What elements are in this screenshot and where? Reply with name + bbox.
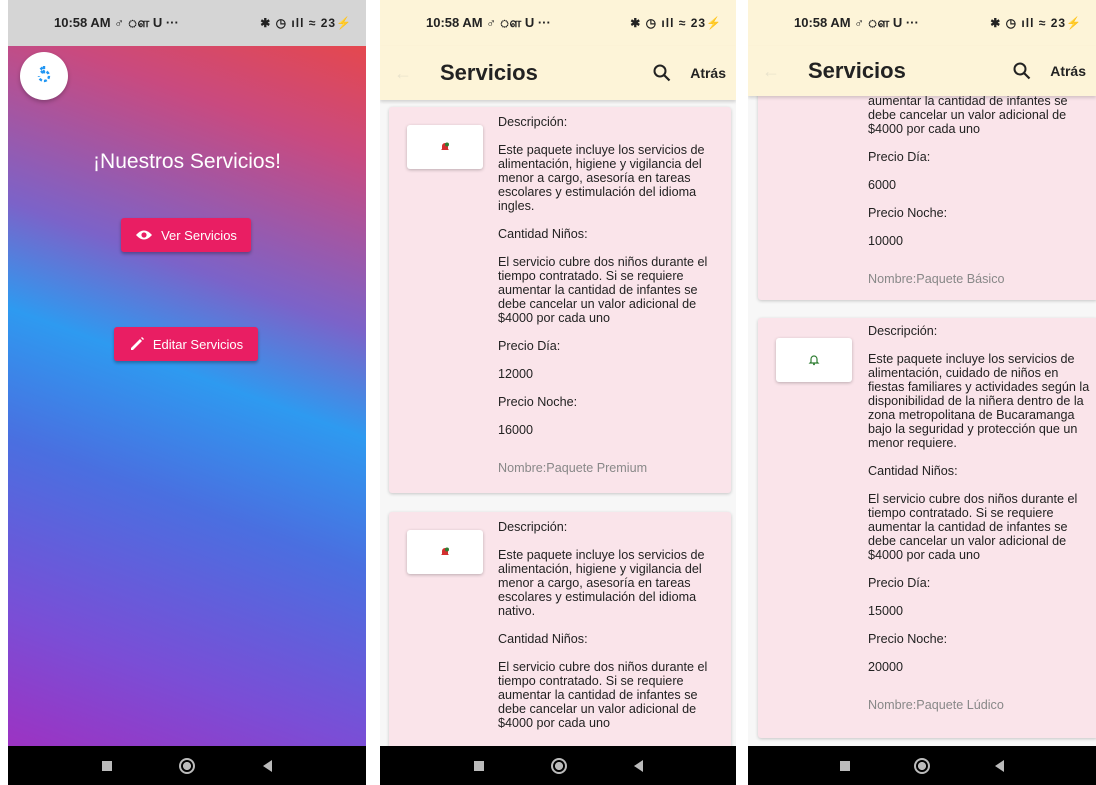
refresh-icon: [37, 64, 51, 83]
editar-servicios-label: Editar Servicios: [152, 336, 244, 352]
precio-noche-label: Precio Noche:: [498, 395, 578, 409]
search-button[interactable]: [1002, 62, 1042, 80]
system-nav-bar: [380, 746, 736, 785]
bell-icon: [441, 547, 449, 555]
cantidad-label: Cantidad Niños:: [868, 464, 958, 478]
nav-triangle-icon[interactable]: [633, 759, 643, 772]
nav-circle-icon[interactable]: [550, 757, 567, 774]
cantidad-label: Cantidad Niños:: [498, 632, 588, 646]
system-nav-bar: [748, 746, 1096, 785]
services-list[interactable]: Descripción: Este paquete incluye los se…: [380, 100, 736, 746]
phone-screen-home: 10:58 AM ♂ ௗ U ··· ✱ ◷ ıll ≈ 23⚡ ¡Nuestr…: [8, 0, 366, 785]
cantidad-text: El servicio cubre dos niños durante el t…: [498, 660, 708, 730]
app-bar: ← Servicios Atrás: [380, 46, 736, 100]
status-bar: 10:58 AM ♂ ௗ U ··· ✱ ◷ ıll ≈ 23⚡: [380, 0, 736, 46]
phone-screen-services-1: 10:58 AM ♂ ௗ U ··· ✱ ◷ ıll ≈ 23⚡ ← Servi…: [380, 0, 736, 785]
service-details: Descripción: Este paquete incluye los se…: [498, 520, 718, 730]
desc-text: Este paquete incluye los servicios de al…: [498, 548, 705, 618]
nombre-paquete: Nombre:Paquete Básico: [868, 272, 1005, 286]
phone-screen-services-2: 10:58 AM ♂ ௗ U ··· ✱ ◷ ıll ≈ 23⚡ ← Servi…: [748, 0, 1096, 785]
nombre-paquete: Nombre:Paquete Premium: [498, 461, 648, 475]
precio-dia-value: 15000: [868, 604, 904, 618]
eye-icon: [136, 230, 153, 240]
status-system-icons: ✱ ◷ ıll ≈ 23⚡: [260, 16, 352, 30]
gradient-background: [8, 0, 366, 746]
nav-square-icon[interactable]: [101, 760, 112, 771]
precio-noche-value: 10000: [868, 234, 904, 248]
refresh-button[interactable]: [20, 52, 68, 100]
desc-label: Descripción:: [498, 520, 568, 534]
editar-servicios-button[interactable]: Editar Servicios: [114, 327, 258, 361]
status-time: 10:58 AM: [426, 14, 483, 30]
precio-dia-value: 12000: [498, 367, 534, 381]
nav-square-icon[interactable]: [840, 760, 851, 771]
status-app-icons: ♂ ௗ U ···: [114, 14, 179, 30]
back-arrow-icon[interactable]: ←: [394, 63, 424, 84]
ver-servicios-label: Ver Servicios: [161, 227, 237, 243]
cantidad-label: Cantidad Niños:: [498, 227, 588, 241]
cantidad-text: El servicio cubre dos niños durante el t…: [868, 492, 1078, 562]
page-title: ¡Nuestros Servicios!: [93, 150, 281, 173]
status-time: 10:58 AM: [794, 14, 851, 30]
service-details: aumentar la cantidad de infantes se debe…: [868, 94, 1090, 286]
search-button[interactable]: [642, 64, 682, 82]
nav-triangle-icon[interactable]: [263, 759, 273, 772]
nav-circle-icon[interactable]: [914, 757, 931, 774]
pencil-icon: [130, 337, 144, 350]
ver-servicios-button[interactable]: Ver Servicios: [121, 218, 251, 252]
app-bar: ← Servicios Atrás: [748, 46, 1096, 96]
service-card-basico[interactable]: Descripción: Este paquete incluye los se…: [389, 512, 731, 746]
precio-dia-label: Precio Día:: [498, 339, 561, 353]
desc-text: Este paquete incluye los servicios de al…: [498, 143, 705, 213]
nav-square-icon[interactable]: [473, 760, 484, 771]
service-details: Descripción: Este paquete incluye los se…: [868, 324, 1090, 712]
nav-circle-icon[interactable]: [179, 757, 196, 774]
precio-dia-value: 6000: [868, 178, 897, 192]
desc-label: Descripción:: [868, 324, 938, 338]
bell-icon: [808, 355, 820, 366]
precio-dia-label: Precio Día:: [868, 150, 931, 164]
cantidad-text-tail: aumentar la cantidad de infantes se debe…: [868, 94, 1068, 136]
search-icon: [653, 64, 671, 82]
precio-noche-value: 20000: [868, 660, 904, 674]
atras-button[interactable]: Atrás: [682, 65, 726, 81]
battery-level: 23: [690, 16, 707, 30]
precio-noche-label: Precio Noche:: [868, 632, 948, 646]
service-thumbnail: [407, 530, 483, 574]
appbar-title: Servicios: [808, 58, 906, 83]
services-list[interactable]: aumentar la cantidad de infantes se debe…: [748, 92, 1096, 746]
status-system-icons: ✱ ◷ ıll ≈ 23⚡: [990, 16, 1082, 30]
appbar-title: Servicios: [440, 60, 538, 85]
service-thumbnail: [407, 125, 483, 169]
bell-icon: [441, 142, 449, 150]
precio-dia-label: Precio Día:: [868, 576, 931, 590]
nombre-paquete: Nombre:Paquete Lúdico: [868, 698, 1004, 712]
back-arrow-icon[interactable]: ←: [762, 61, 792, 82]
status-app-icons: ♂ ௗ U ···: [486, 14, 551, 30]
system-nav-bar: [8, 746, 366, 785]
service-card-premium[interactable]: Descripción: Este paquete incluye los se…: [389, 107, 731, 493]
atras-button[interactable]: Atrás: [1042, 63, 1086, 79]
status-bar: 10:58 AM ♂ ௗ U ··· ✱ ◷ ıll ≈ 23⚡: [748, 0, 1096, 46]
nav-triangle-icon[interactable]: [994, 759, 1004, 772]
battery-level: 23: [1050, 16, 1067, 30]
service-card-basico[interactable]: aumentar la cantidad de infantes se debe…: [758, 92, 1096, 300]
service-details: Descripción: Este paquete incluye los se…: [498, 115, 718, 475]
battery-level: 23: [320, 16, 337, 30]
search-icon: [1013, 62, 1031, 80]
service-card-ludico[interactable]: Descripción: Este paquete incluye los se…: [758, 318, 1096, 738]
desc-label: Descripción:: [498, 115, 568, 129]
service-thumbnail: [776, 338, 852, 382]
status-app-icons: ♂ ௗ U ···: [854, 14, 919, 30]
desc-text: Este paquete incluye los servicios de al…: [868, 352, 1090, 450]
status-bar: 10:58 AM ♂ ௗ U ··· ✱ ◷ ıll ≈ 23⚡: [8, 0, 366, 46]
precio-noche-value: 16000: [498, 423, 534, 437]
status-time: 10:58 AM: [54, 14, 111, 30]
status-system-icons: ✱ ◷ ıll ≈ 23⚡: [630, 16, 722, 30]
cantidad-text: El servicio cubre dos niños durante el t…: [498, 255, 708, 325]
precio-noche-label: Precio Noche:: [868, 206, 948, 220]
